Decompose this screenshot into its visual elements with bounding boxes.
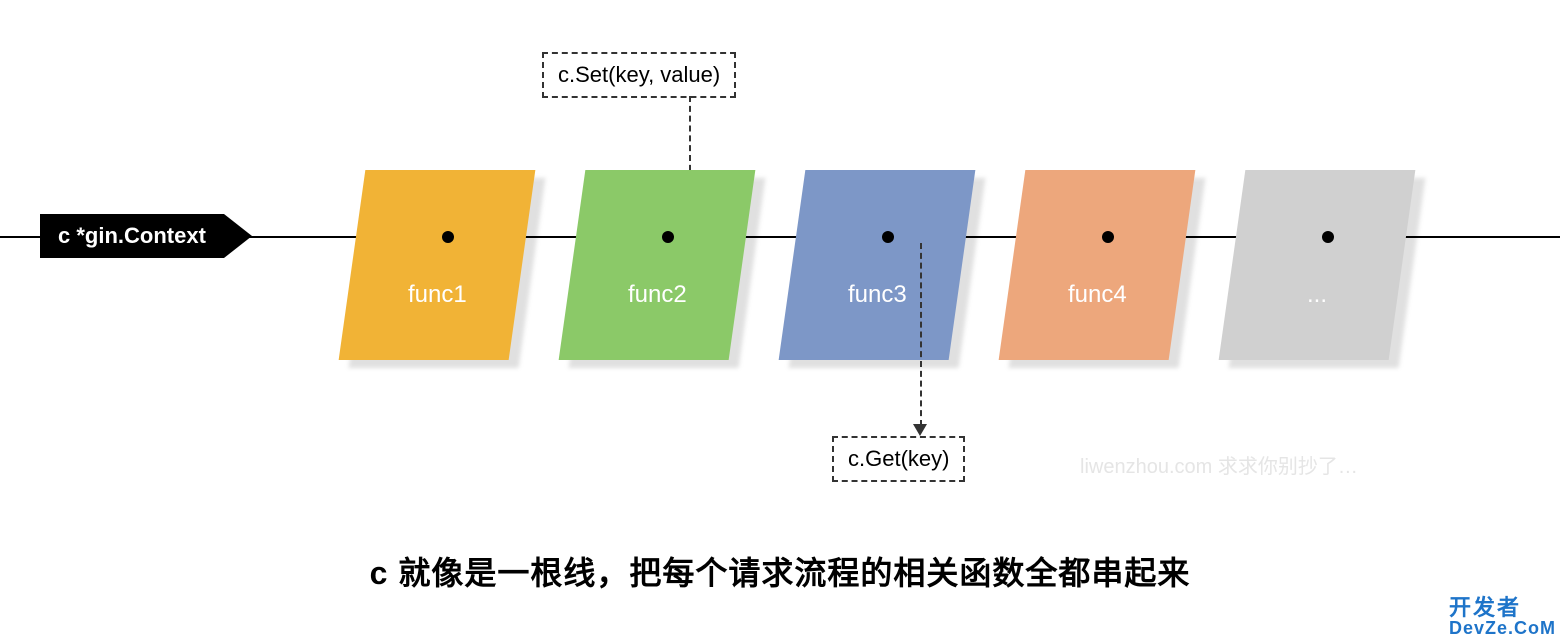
block-label: func4 xyxy=(1068,221,1127,309)
brand-line1: 开发者 xyxy=(1449,596,1556,619)
block-func2: func2 xyxy=(559,170,756,360)
axis-dot xyxy=(1322,231,1334,243)
block-label: func2 xyxy=(628,221,687,309)
block-label: func3 xyxy=(848,221,907,309)
callout-set-text: c.Set(key, value) xyxy=(558,62,720,87)
watermark: liwenzhou.com 求求你别抄了… xyxy=(1080,450,1358,479)
connector-get xyxy=(920,243,922,426)
block-func4: func4 xyxy=(999,170,1196,360)
context-tag: c *gin.Context xyxy=(40,214,224,258)
context-tag-arrowhead xyxy=(224,214,252,258)
arrowhead-get xyxy=(913,424,927,436)
axis-dot xyxy=(882,231,894,243)
block-: ... xyxy=(1219,170,1416,360)
block-func1: func1 xyxy=(339,170,536,360)
watermark-text: liwenzhou.com 求求你别抄了… xyxy=(1080,456,1358,478)
callout-get: c.Get(key) xyxy=(832,436,965,482)
axis-dot xyxy=(662,231,674,243)
block-func3: func3 xyxy=(779,170,976,360)
caption-text: c 就像是一根线，把每个请求流程的相关函数全都串起来 xyxy=(370,555,1191,591)
brand-line2: DevZe.CoM xyxy=(1449,619,1556,638)
context-tag-label: c *gin.Context xyxy=(58,223,206,249)
axis-dot xyxy=(442,231,454,243)
axis-dot xyxy=(1102,231,1114,243)
brand-logo: 开发者 DevZe.CoM xyxy=(1449,596,1556,638)
callout-get-text: c.Get(key) xyxy=(848,446,949,471)
callout-set: c.Set(key, value) xyxy=(542,52,736,98)
block-label: func1 xyxy=(408,221,467,309)
caption: c 就像是一根线，把每个请求流程的相关函数全都串起来 xyxy=(0,548,1560,594)
diagram-stage: c *gin.Context c.Set(key, value) func1 fu… xyxy=(0,0,1560,640)
